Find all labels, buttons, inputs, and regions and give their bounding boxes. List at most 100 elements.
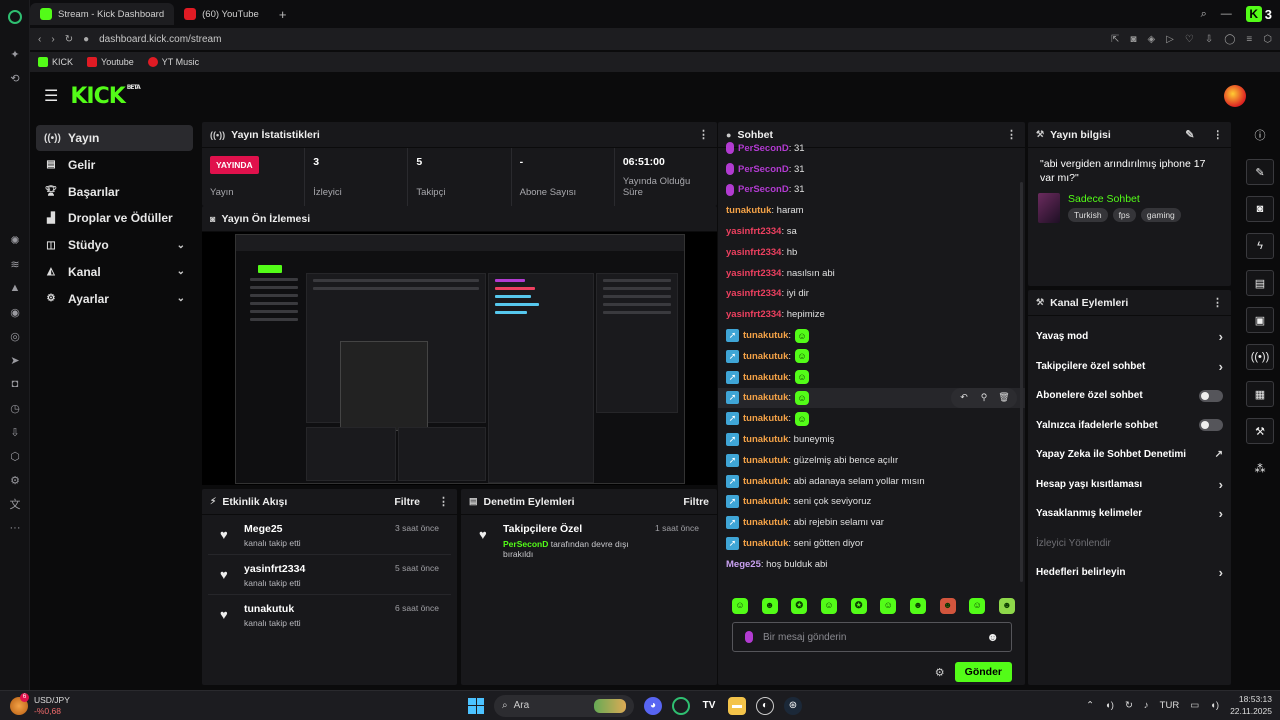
pin-icon[interactable]: ⚲ [975,390,993,406]
edit-icon[interactable]: ✎ [1185,128,1194,141]
emote-button[interactable]: ☺ [880,598,897,614]
wrench-icon[interactable]: ⚒ [1246,418,1274,444]
emote-button[interactable]: ☺ [732,598,748,614]
chat-message[interactable]: ➚ tunakutuk: ☺ [726,367,1017,388]
chat-username[interactable]: tunakutuk [743,455,788,466]
chat-username[interactable]: tunakutuk [743,496,788,507]
category-name[interactable]: Sadece Sohbet [1068,193,1181,205]
document-icon[interactable]: ▤ [1246,270,1274,296]
ai-icon[interactable]: ✺ [0,228,30,252]
discord-icon[interactable]: ◕ [644,696,662,715]
delete-icon[interactable]: 🗑︎ [995,390,1013,406]
nav-item-studyo[interactable]: ◫ Stüdyo ⌄ [36,232,193,258]
profile-icon[interactable]: ◯ [1224,34,1235,45]
speaker-icon[interactable]: ◖) [1105,700,1114,711]
emote-button[interactable]: ✪ [850,598,867,614]
whatsapp-icon[interactable]: ◎ [0,324,30,348]
box-icon[interactable]: ⬡ [0,444,30,468]
share-icon[interactable]: ⇱ [1111,34,1119,45]
nav-item-gelir[interactable]: ▤ Gelir [36,152,193,178]
action-set-goals[interactable]: Hedefleri belirleyin › [1028,558,1231,588]
play-icon[interactable]: ▷ [1166,34,1174,45]
ticker-widget[interactable]: 6 USD/JPY -%0,68 [0,692,200,716]
chat-message-input[interactable] [763,631,977,643]
hamburger-menu-icon[interactable]: ☰ [44,86,58,106]
nav-item-droplar[interactable]: ▟ Droplar ve Ödüller [36,205,193,231]
aria-icon[interactable]: ▲ [0,276,30,300]
filter-button[interactable]: Filtre [394,496,420,508]
chat-username[interactable]: tunakutuk [743,538,788,549]
server-icon[interactable]: ▦ [1246,381,1274,407]
chat-username[interactable]: yasinfrt2334 [726,309,781,320]
back-icon[interactable]: ‹ [38,34,41,45]
chat-bubble-icon[interactable]: ▣ [1246,307,1274,333]
chat-username[interactable]: yasinfrt2334 [726,288,781,299]
action-banned-words[interactable]: Yasaklanmış kelimeler › [1028,499,1231,529]
chat-username[interactable]: Mege25 [726,559,761,570]
more-options-icon[interactable]: ⋮ [1213,129,1224,141]
chat-username[interactable]: tunakutuk [726,205,771,216]
action-account-age[interactable]: Hesap yaşı kısıtlaması › [1028,470,1231,500]
chat-username[interactable]: tunakutuk [743,351,788,362]
chat-username[interactable]: tunakutuk [743,517,788,528]
extensions-icon[interactable]: ⬡ [1263,34,1272,45]
translate-icon[interactable]: 文 [0,492,30,516]
reload-icon[interactable]: ↻ [65,34,73,45]
minimize-icon[interactable]: — [1221,8,1232,20]
sync-icon[interactable]: ↻ [1125,700,1133,711]
file-explorer-icon[interactable]: ▬ [728,696,746,715]
chat-message[interactable]: ➚ tunakutuk: abi rejebin selamı var [726,512,1017,533]
chat-username[interactable]: yasinfrt2334 [726,247,781,258]
preview-icon[interactable]: ◙ [1246,196,1274,222]
emote-button[interactable]: ✪ [791,598,808,614]
emote-button[interactable]: ☻ [761,598,778,614]
downloads-icon[interactable]: ⇩ [1205,34,1213,45]
search-tabs-icon[interactable]: ⌕ [1201,8,1207,21]
chat-settings-icon[interactable]: ⚙ [935,666,945,679]
action-slow-mode[interactable]: Yavaş mod › [1028,322,1231,352]
stream-preview-video[interactable] [202,232,717,485]
edit-icon[interactable]: ✎ [1246,159,1274,185]
emote-button[interactable]: ☻ [998,598,1015,614]
chat-message[interactable]: ➚ tunakutuk: ☺ [726,408,1017,429]
nav-item-yayin[interactable]: ((•)) Yayın [36,125,193,151]
new-tab-button[interactable]: + [269,7,297,22]
reply-icon[interactable]: ↶ [955,390,973,406]
action-followers-only[interactable]: Takipçilere özel sohbet › [1028,352,1231,382]
chat-username[interactable]: PerSeconD [738,143,789,154]
opera-gx-icon[interactable] [672,696,690,715]
category-thumbnail[interactable] [1038,193,1060,224]
opera-logo-icon[interactable] [0,0,30,34]
tag[interactable]: Turkish [1068,208,1108,223]
instagram-icon[interactable]: ◘ [0,372,30,396]
kick-extension[interactable]: K3 [1245,6,1272,22]
chat-message[interactable]: PerSeconD: 31 [726,180,1017,201]
network-icon[interactable]: ▭ [1190,700,1199,711]
kick-logo[interactable]: KICK BETA [70,84,140,109]
bookmark-yt-music[interactable]: YT Music [147,57,199,67]
speed-dial-icon[interactable]: ✦ [0,42,30,66]
chat-message[interactable]: yasinfrt2334: hb [726,242,1017,263]
volume-icon[interactable]: ◖) [1210,700,1219,711]
chat-message[interactable]: ➚ tunakutuk: güzelmiş abi bence açılır [726,450,1017,471]
nav-item-ayarlar[interactable]: ⚙ Ayarlar ⌄ [36,286,193,312]
user-avatar[interactable] [1224,85,1246,107]
chat-message[interactable]: ➚ tunakutuk: seni çok seviyoruz [726,492,1017,513]
chat-username[interactable]: yasinfrt2334 [726,268,781,279]
chat-message[interactable]: yasinfrt2334: nasılsın abi [726,263,1017,284]
emote-button[interactable]: ☺ [820,598,837,614]
more-options-icon[interactable]: ⋮ [438,495,449,508]
messenger-icon[interactable]: ◉ [0,300,30,324]
tag[interactable]: gaming [1140,208,1181,223]
emote-only-toggle[interactable] [1199,419,1223,432]
tab-kick-dashboard[interactable]: Stream - Kick Dashboard [30,3,175,25]
tag[interactable]: fps [1112,208,1136,223]
chat-username[interactable]: tunakutuk [743,372,788,383]
chat-scrollbar[interactable] [1020,182,1023,582]
obs-icon[interactable]: ◐ [756,696,774,715]
url-field[interactable]: dashboard.kick.com/stream [99,34,221,45]
nav-item-basarilar[interactable]: 🏆︎ Başarılar [36,179,193,205]
start-button-icon[interactable] [468,697,484,714]
emote-button[interactable]: ☺ [969,598,986,614]
taskbar-search[interactable]: ⌕ Ara [494,694,634,717]
